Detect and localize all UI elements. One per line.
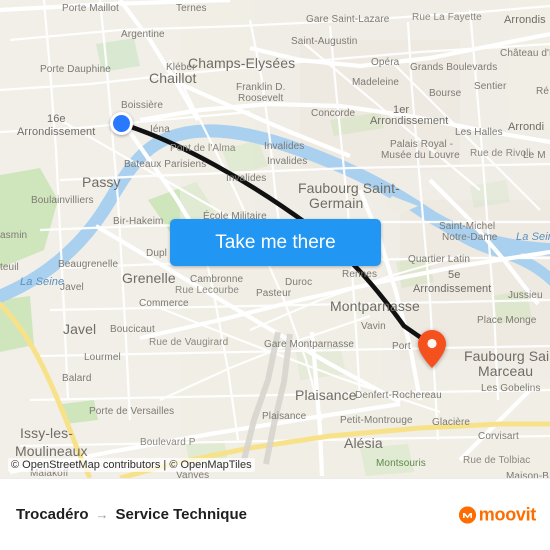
moovit-trip-screen: Porte Maillot Ternes Gare Saint-Lazare Rue …	[0, 0, 550, 550]
map-view[interactable]: Porte Maillot Ternes Gare Saint-Lazare Rue …	[0, 0, 550, 478]
route-arrow-icon: →	[95, 507, 109, 522]
map-pin-icon	[418, 330, 446, 368]
route-origin-label: Trocadéro	[16, 506, 89, 523]
moovit-logo[interactable]: moovit	[458, 504, 537, 525]
route-summary: Trocadéro → Service Technique	[16, 506, 247, 523]
take-me-there-button[interactable]: Take me there	[170, 219, 381, 266]
moovit-mark-icon	[458, 506, 476, 523]
route-destination-label: Service Technique	[115, 506, 247, 523]
moovit-wordmark: moovit	[478, 504, 537, 524]
origin-marker-trocadero[interactable]	[110, 112, 133, 135]
destination-marker-service-technique[interactable]	[418, 330, 446, 368]
trip-summary-bar: Trocadéro → Service Technique moovit	[0, 478, 550, 550]
map-attribution[interactable]: © OpenStreetMap contributors | © OpenMap…	[8, 458, 255, 472]
